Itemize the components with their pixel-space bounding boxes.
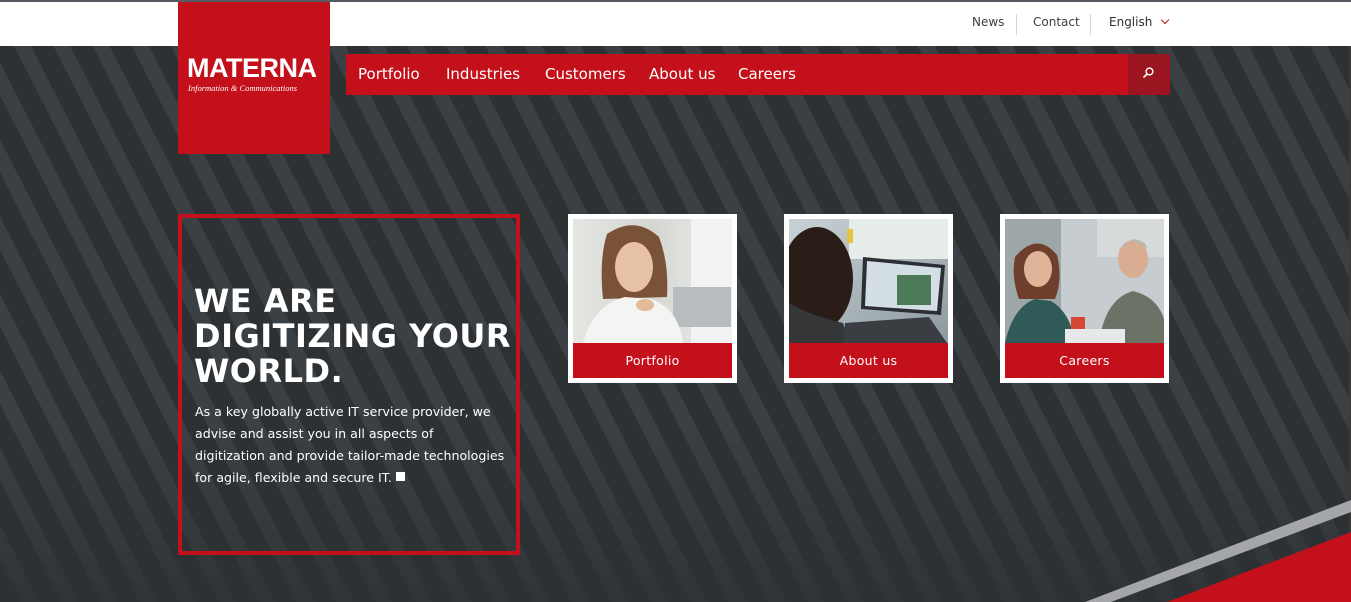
nav-item-careers[interactable]: Careers bbox=[738, 65, 796, 83]
materna-logo[interactable]: MATERNA Information & Communications bbox=[178, 2, 330, 154]
card-about-us[interactable]: About us bbox=[784, 214, 953, 383]
language-label: English bbox=[1109, 15, 1153, 29]
chevron-down-icon bbox=[1161, 15, 1170, 25]
search-icon bbox=[1143, 67, 1154, 78]
news-link[interactable]: News bbox=[972, 15, 1004, 29]
decorative-corner-ramp bbox=[1085, 500, 1351, 602]
nav-item-about-us[interactable]: About us bbox=[649, 65, 715, 83]
utility-divider bbox=[1016, 14, 1017, 35]
logo-wordmark: MATERNA bbox=[187, 53, 317, 83]
hero-headline: WE ARE DIGITIZING YOUR WORLD. bbox=[194, 284, 514, 389]
language-selector[interactable]: English bbox=[1109, 15, 1170, 29]
utility-divider bbox=[1090, 14, 1091, 35]
end-square-icon bbox=[395, 472, 405, 481]
nav-item-industries[interactable]: Industries bbox=[446, 65, 520, 83]
card-label: Portfolio bbox=[573, 343, 732, 378]
nav-item-portfolio[interactable]: Portfolio bbox=[358, 65, 420, 83]
hero-lead-copy: As a key globally active IT service prov… bbox=[195, 404, 505, 485]
hero-headline-line: WE ARE bbox=[194, 282, 337, 320]
colleagues-meeting-photo bbox=[1005, 219, 1164, 343]
main-navigation: Portfolio Industries Customers About us … bbox=[346, 54, 1170, 95]
logo-tagline: Information & Communications bbox=[188, 83, 298, 93]
hero-lead-text: As a key globally active IT service prov… bbox=[195, 401, 507, 489]
search-button[interactable] bbox=[1128, 54, 1170, 95]
nav-item-customers[interactable]: Customers bbox=[545, 65, 626, 83]
person-typing-on-laptop-photo bbox=[789, 219, 948, 343]
hero-headline-line: DIGITIZING YOUR bbox=[194, 317, 512, 355]
card-label: Careers bbox=[1005, 343, 1164, 378]
hero-headline-line: WORLD. bbox=[194, 352, 344, 390]
card-careers[interactable]: Careers bbox=[1000, 214, 1169, 383]
woman-at-laptop-photo bbox=[573, 219, 732, 343]
contact-link[interactable]: Contact bbox=[1033, 15, 1080, 29]
card-portfolio[interactable]: Portfolio bbox=[568, 214, 737, 383]
card-label: About us bbox=[789, 343, 948, 378]
